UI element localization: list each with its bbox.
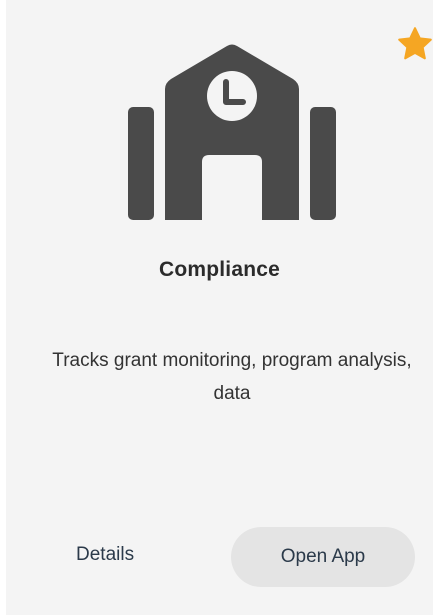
details-link[interactable]: Details [76,544,134,566]
app-title: Compliance [158,258,281,281]
star-icon[interactable] [395,24,433,64]
app-description: Tracks grant monitoring, program analysi… [52,350,412,404]
school-clock-icon [122,40,342,220]
open-app-button[interactable]: Open App [231,527,415,587]
app-card: Compliance Tracks grant monitoring, prog… [6,0,433,615]
